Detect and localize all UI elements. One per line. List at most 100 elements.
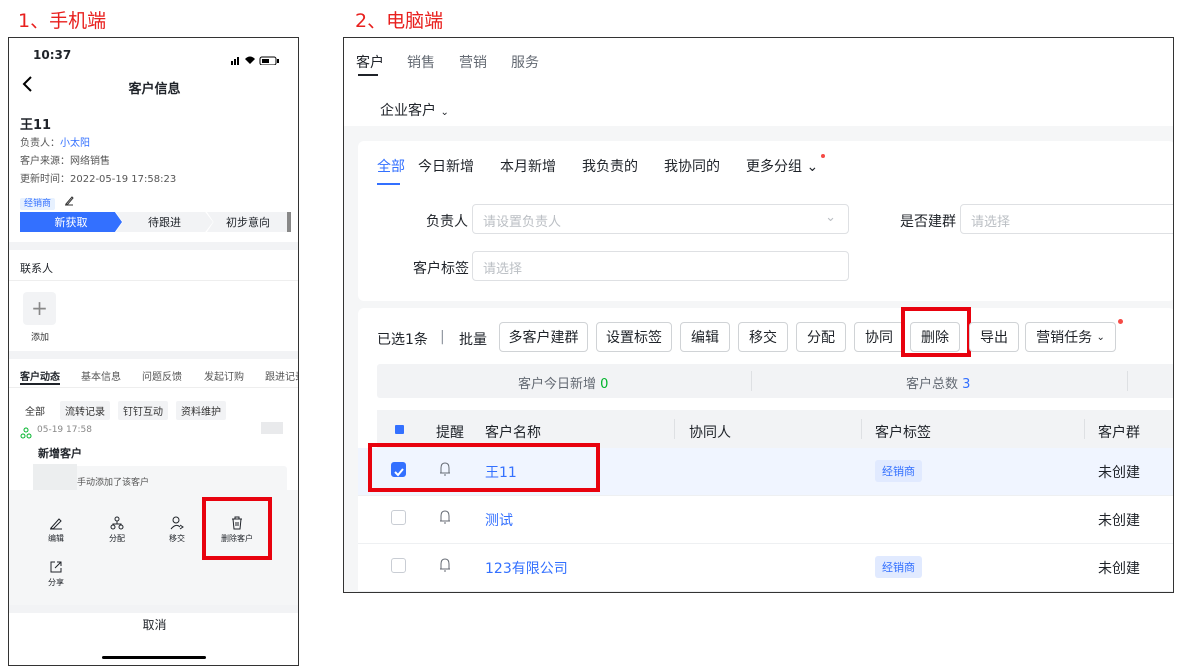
edit-action[interactable]: 编辑: [26, 516, 86, 544]
tab-activity[interactable]: 客户动态: [20, 368, 60, 383]
highlight-box: [901, 307, 971, 357]
customer-tag: 经销商: [20, 198, 56, 210]
red-dot-badge: [1118, 319, 1123, 324]
customer-name-link[interactable]: 123有限公司: [485, 558, 568, 578]
group-status: 未创建: [1098, 561, 1140, 577]
tag-select[interactable]: 请选择: [472, 251, 849, 281]
scope-select[interactable]: 企业客户 ⌄: [380, 100, 449, 120]
filter-tab-mine[interactable]: 我负责的: [582, 156, 638, 176]
divider: [9, 605, 298, 613]
multi-group-button[interactable]: 多客户建群: [499, 322, 588, 352]
scope-select-label: 企业客户: [380, 103, 436, 119]
bell-icon[interactable]: [438, 557, 452, 577]
tab-followup[interactable]: 跟进记录: [265, 368, 298, 383]
stage-current[interactable]: 新获取: [20, 212, 122, 232]
row-checkbox[interactable]: [391, 510, 406, 525]
mobile-screenshot: 10:37 客户信息 王11 负责人：小太阳 客户来源：网络销售 更新时间：20…: [8, 37, 299, 666]
assign-action-label: 分配: [109, 534, 125, 543]
cancel-button[interactable]: 取消: [9, 616, 298, 633]
tab-service[interactable]: 服务: [511, 52, 539, 72]
active-tab-underline: [20, 383, 60, 385]
stat-total-value: 3: [962, 377, 971, 392]
tab-marketing[interactable]: 营销: [459, 52, 487, 72]
chevron-down-icon: ⌄: [1096, 331, 1105, 343]
group-status: 未创建: [1098, 513, 1140, 529]
chevron-down-icon: ⌄: [825, 210, 836, 225]
edit-action-label: 编辑: [48, 534, 64, 543]
customer-name-link[interactable]: 测试: [485, 510, 513, 530]
filter-tab-more[interactable]: 更多分组 ⌄: [746, 156, 818, 176]
filter-tab-collab[interactable]: 我协同的: [664, 156, 720, 176]
red-dot-badge: [821, 154, 825, 158]
tab-customer[interactable]: 客户: [356, 52, 384, 72]
group-select[interactable]: 请选择: [960, 204, 1173, 234]
chevron-down-icon: ⌄: [440, 107, 449, 118]
highlight-box: [202, 497, 272, 560]
filter-chip[interactable]: 资料维护: [176, 401, 226, 420]
section-title-desktop: 2、电脑端: [355, 10, 444, 32]
tab-sales[interactable]: 销售: [407, 52, 435, 72]
event-desc: 手动添加了该客户: [77, 478, 150, 488]
owner-placeholder: 请设置负责人: [483, 215, 562, 230]
edit-icon: [50, 518, 62, 530]
stage-item[interactable]: 初步意向: [207, 212, 289, 232]
select-all-checkbox[interactable]: [395, 425, 404, 434]
edit-tag-icon[interactable]: [64, 191, 74, 210]
transfer-action[interactable]: 移交: [147, 516, 207, 544]
col-divider: [1084, 419, 1085, 439]
add-contact-label: 添加: [31, 333, 50, 343]
chevron-down-icon: ⌄: [806, 159, 819, 175]
batch-label: 批量: [459, 332, 487, 348]
group-status: 未创建: [1098, 465, 1140, 481]
desktop-screenshot: 客户 销售 营销 服务 企业客户 ⌄ 全部 今日新增 本月新增 我负责的 我协同…: [343, 37, 1174, 593]
table-row[interactable]: [358, 496, 1173, 544]
table-row[interactable]: [358, 544, 1173, 592]
collab-button[interactable]: 协同: [854, 322, 904, 352]
stat-today: 客户今日新增 0: [518, 373, 608, 392]
divider: [9, 351, 298, 359]
blur-patch: [261, 422, 283, 434]
scope-bar: [344, 88, 1173, 126]
filter-chip[interactable]: 全部: [20, 401, 50, 420]
owner-select[interactable]: 请设置负责人 ⌄: [472, 204, 849, 234]
home-indicator: [102, 656, 206, 659]
export-button[interactable]: 导出: [969, 322, 1019, 352]
edit-button[interactable]: 编辑: [680, 322, 730, 352]
divider: [9, 242, 298, 250]
group-label: 是否建群: [900, 214, 956, 230]
share-action[interactable]: 分享: [26, 560, 86, 588]
tab-feedback[interactable]: 问题反馈: [142, 368, 182, 383]
row-checkbox[interactable]: [391, 558, 406, 573]
assign-button[interactable]: 分配: [796, 322, 846, 352]
filter-chip[interactable]: 钉钉互动: [118, 401, 168, 420]
tab-order[interactable]: 发起订购: [204, 368, 244, 383]
share-icon: [50, 561, 62, 573]
org-icon: [110, 516, 124, 530]
filter-chip[interactable]: 流转记录: [60, 401, 110, 420]
tab-basic-info[interactable]: 基本信息: [81, 368, 121, 383]
stage-item[interactable]: 待跟进: [116, 212, 213, 232]
active-filter-underline: [377, 183, 400, 185]
more-groups-label: 更多分组: [746, 159, 802, 175]
marketing-task-button[interactable]: 营销任务 ⌄: [1025, 322, 1116, 352]
tag-label: 客户标签: [413, 261, 469, 277]
stat-total-label: 客户总数: [906, 377, 959, 392]
transfer-button[interactable]: 移交: [738, 322, 788, 352]
divider: [9, 387, 298, 388]
owner-label: 负责人: [426, 214, 468, 230]
owner-label: 负责人：: [20, 138, 60, 149]
filter-tab-month[interactable]: 本月新增: [500, 156, 556, 176]
add-contact-button[interactable]: +: [23, 292, 56, 325]
action-sheet: 编辑 分配 移交 删除客户 分享 取消: [9, 490, 298, 665]
customer-name: 王11: [20, 118, 52, 133]
owner-value[interactable]: 小太阳: [60, 138, 90, 149]
highlight-box: [368, 443, 600, 492]
assign-action[interactable]: 分配: [87, 516, 147, 544]
col-divider: [674, 419, 675, 439]
set-tag-button[interactable]: 设置标签: [596, 322, 672, 352]
bell-icon[interactable]: [438, 509, 452, 529]
filter-tab-today[interactable]: 今日新增: [418, 156, 474, 176]
filter-tab-all[interactable]: 全部: [377, 156, 405, 176]
signal-wifi-battery-icon: [231, 56, 279, 66]
customer-tag: 经销商: [875, 460, 922, 482]
